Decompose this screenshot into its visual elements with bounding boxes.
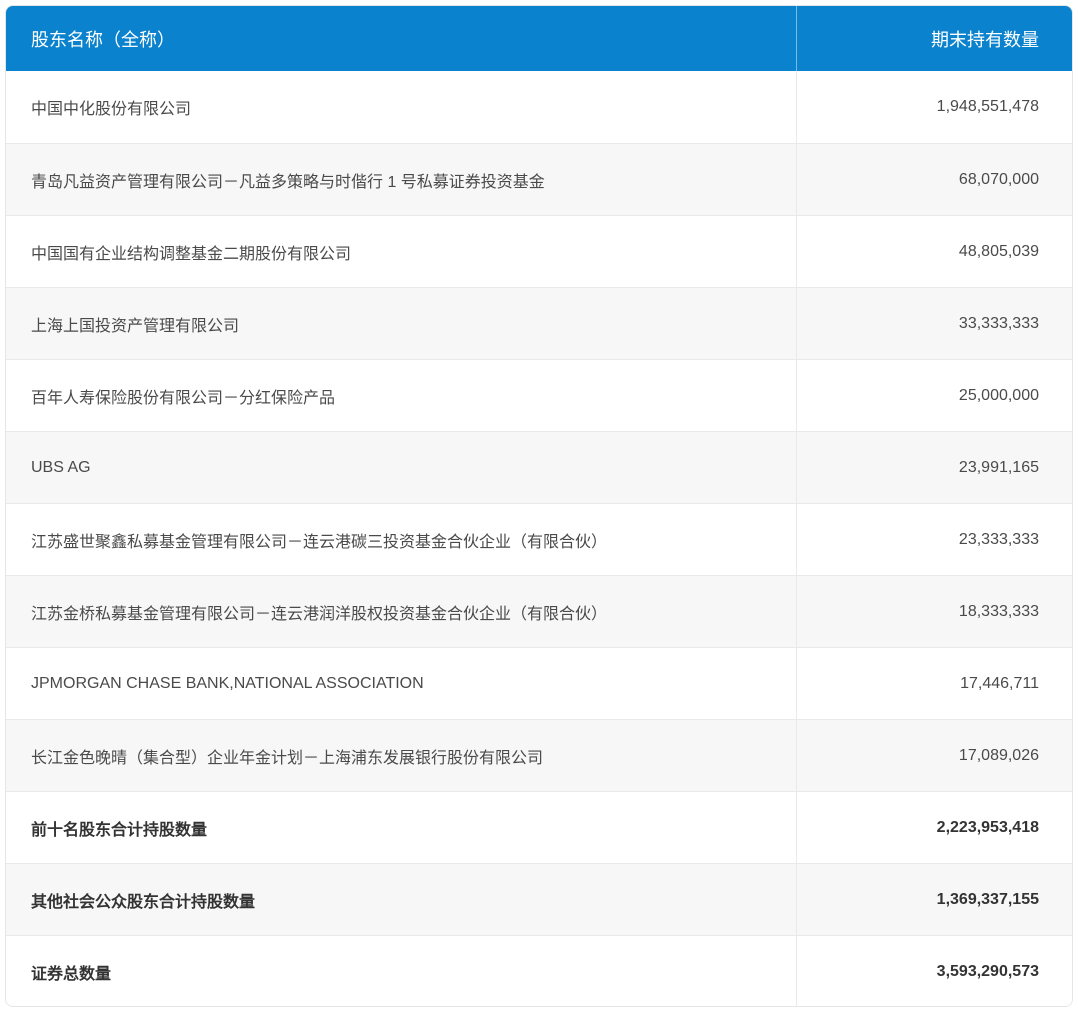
holding-value: 3,593,290,573 [796, 936, 1072, 1007]
shareholder-name: JPMORGAN CHASE BANK,NATIONAL ASSOCIATION [6, 648, 796, 719]
shareholder-name: 中国国有企业结构调整基金二期股份有限公司 [6, 216, 796, 287]
table-row: 长江金色晚晴（集合型）企业年金计划－上海浦东发展银行股份有限公司 17,089,… [6, 719, 1072, 791]
holding-value: 1,948,551,478 [796, 71, 1072, 143]
holding-value: 1,369,337,155 [796, 864, 1072, 935]
holding-value: 17,446,711 [796, 648, 1072, 719]
shareholder-name: 江苏金桥私募基金管理有限公司－连云港润洋股权投资基金合伙企业（有限合伙） [6, 576, 796, 647]
shareholder-name: 其他社会公众股东合计持股数量 [6, 864, 796, 935]
table-body: 中国中化股份有限公司 1,948,551,478 青岛凡益资产管理有限公司－凡益… [6, 71, 1072, 1007]
holding-value: 2,223,953,418 [796, 792, 1072, 863]
table-row: 前十名股东合计持股数量 2,223,953,418 [6, 791, 1072, 863]
shareholder-name: 前十名股东合计持股数量 [6, 792, 796, 863]
shareholder-name: 上海上国投资产管理有限公司 [6, 288, 796, 359]
shareholders-table-card: 股东名称（全称） 期末持有数量 中国中化股份有限公司 1,948,551,478… [5, 5, 1073, 1007]
holding-value: 18,333,333 [796, 576, 1072, 647]
shareholder-name: 证券总数量 [6, 936, 796, 1007]
shareholder-name: 江苏盛世聚鑫私募基金管理有限公司－连云港碳三投资基金合伙企业（有限合伙） [6, 504, 796, 575]
holding-value: 33,333,333 [796, 288, 1072, 359]
table-row: UBS AG 23,991,165 [6, 431, 1072, 503]
table-row: 江苏盛世聚鑫私募基金管理有限公司－连云港碳三投资基金合伙企业（有限合伙） 23,… [6, 503, 1072, 575]
table-row: 中国国有企业结构调整基金二期股份有限公司 48,805,039 [6, 215, 1072, 287]
shareholder-name: UBS AG [6, 432, 796, 503]
table-row: 百年人寿保险股份有限公司－分红保险产品 25,000,000 [6, 359, 1072, 431]
shareholder-name: 青岛凡益资产管理有限公司－凡益多策略与时偕行 1 号私募证券投资基金 [6, 144, 796, 215]
table-row: 中国中化股份有限公司 1,948,551,478 [6, 71, 1072, 143]
table-row: 证券总数量 3,593,290,573 [6, 935, 1072, 1007]
shareholder-name: 中国中化股份有限公司 [6, 71, 796, 143]
header-period-end-holding: 期末持有数量 [796, 6, 1072, 71]
table-row: 青岛凡益资产管理有限公司－凡益多策略与时偕行 1 号私募证券投资基金 68,07… [6, 143, 1072, 215]
shareholder-name: 长江金色晚晴（集合型）企业年金计划－上海浦东发展银行股份有限公司 [6, 720, 796, 791]
holding-value: 48,805,039 [796, 216, 1072, 287]
table-row: 其他社会公众股东合计持股数量 1,369,337,155 [6, 863, 1072, 935]
holding-value: 25,000,000 [796, 360, 1072, 431]
header-shareholder-name: 股东名称（全称） [6, 6, 796, 71]
table-header-row: 股东名称（全称） 期末持有数量 [6, 6, 1072, 71]
shareholder-name: 百年人寿保险股份有限公司－分红保险产品 [6, 360, 796, 431]
holding-value: 23,333,333 [796, 504, 1072, 575]
table-row: 江苏金桥私募基金管理有限公司－连云港润洋股权投资基金合伙企业（有限合伙） 18,… [6, 575, 1072, 647]
holding-value: 68,070,000 [796, 144, 1072, 215]
holding-value: 17,089,026 [796, 720, 1072, 791]
holding-value: 23,991,165 [796, 432, 1072, 503]
table-row: 上海上国投资产管理有限公司 33,333,333 [6, 287, 1072, 359]
table-row: JPMORGAN CHASE BANK,NATIONAL ASSOCIATION… [6, 647, 1072, 719]
